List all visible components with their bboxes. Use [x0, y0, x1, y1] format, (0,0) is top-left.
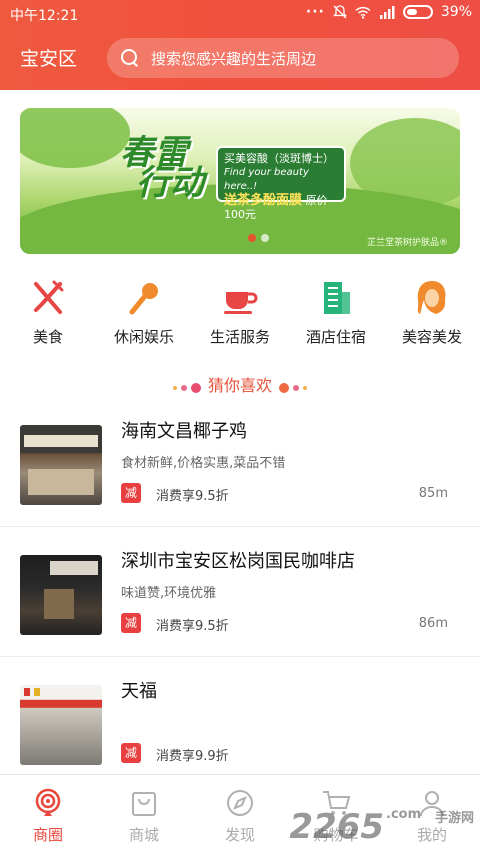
banner-dot-active[interactable]: [248, 234, 256, 242]
category-food[interactable]: 美食: [0, 278, 96, 348]
store-thumbnail: [20, 425, 102, 505]
category-entertainment[interactable]: 休闲娱乐: [96, 278, 192, 348]
watermark-suffix: .com: [386, 807, 422, 822]
category-grid: 美食 休闲娱乐 生活服务 酒店住宿 美容美发: [0, 278, 480, 348]
hair-salon-icon: [417, 281, 446, 314]
list-item[interactable]: 海南文昌椰子鸡 食材新鲜,价格实惠,菜品不错 减 消费享9.5折 85m: [0, 397, 480, 527]
search-icon: [121, 49, 139, 67]
watermark-sub: 手游网: [434, 811, 474, 826]
city-selector[interactable]: 宝安区: [20, 44, 77, 71]
compass-icon: [227, 790, 253, 816]
category-life-services[interactable]: 生活服务: [192, 278, 288, 348]
coffee-cup-icon: [224, 292, 258, 314]
microphone-icon: [129, 283, 158, 315]
store-name: 深圳市宝安区松岗国民咖啡店: [121, 551, 355, 572]
banner-dot[interactable]: [261, 234, 269, 242]
search-placeholder: 搜索您感兴趣的生活周边: [151, 49, 317, 68]
banner-pagination[interactable]: [248, 234, 269, 242]
battery-icon: [402, 5, 433, 19]
category-label: 美食: [32, 328, 63, 346]
store-distance: 86m: [418, 616, 448, 631]
more-dots-icon: ···: [305, 4, 325, 20]
list-item[interactable]: 深圳市宝安区松岗国民咖啡店 味道赞,环境优雅 减 消费享9.5折 86m: [0, 527, 480, 657]
store-description: 味道赞,环境优雅: [121, 586, 217, 601]
banner-panel-line1: 买美容酸（淡斑博士）: [224, 152, 334, 165]
fork-knife-icon: [34, 280, 64, 314]
store-offer: 消费享9.5折: [156, 619, 229, 634]
nav-label: 商圈: [32, 826, 63, 844]
store-name: 海南文昌椰子鸡: [121, 421, 247, 442]
decoration-dots-right: [277, 377, 309, 396]
banner-panel-gift: 送茶多酚面膜: [224, 193, 303, 208]
status-bar: 中午12:21 ··· 39%: [0, 0, 480, 26]
banner-title: 春雷 行动: [120, 136, 204, 203]
category-label: 生活服务: [209, 328, 270, 346]
nav-tab-business-district[interactable]: 商圈: [0, 775, 96, 853]
wifi-icon: [355, 6, 371, 19]
banner-credit: 芷兰堂茶树护肤品®: [366, 238, 448, 248]
discount-badge: 减: [121, 743, 141, 763]
banner-panel-english: Find your beauty here..!: [224, 167, 309, 192]
store-thumbnail: [20, 555, 102, 635]
hotel-building-icon: [324, 282, 350, 314]
search-input[interactable]: 搜索您感兴趣的生活周边: [107, 38, 459, 78]
mute-bell-icon: [332, 5, 347, 19]
section-title-text: 猜你喜欢: [207, 376, 272, 395]
decoration-dots-left: [171, 377, 203, 396]
nav-label: 商城: [128, 826, 159, 844]
store-thumbnail: [20, 685, 102, 765]
watermark: 2265 .com 手游网: [289, 807, 474, 847]
shopping-bag-icon: [132, 792, 156, 816]
promo-banner[interactable]: 春雷 行动 买美容酸（淡斑博士） Find your beauty here..…: [20, 108, 460, 254]
store-name: 天福: [121, 681, 157, 702]
category-label: 美容美发: [401, 328, 462, 346]
recommend-section-title: 猜你喜欢: [0, 372, 480, 396]
store-distance: 85m: [418, 486, 448, 501]
banner-offer-panel: 买美容酸（淡斑博士） Find your beauty here..! 送茶多酚…: [216, 146, 346, 221]
store-description: 食材新鲜,价格实惠,菜品不错: [121, 456, 286, 471]
category-label: 休闲娱乐: [113, 328, 174, 346]
category-beauty[interactable]: 美容美发: [384, 278, 480, 348]
store-offer: 消费享9.5折: [156, 489, 229, 504]
app-header: 中午12:21 ··· 39% 宝安区 搜索您感兴趣的生活周边: [0, 0, 480, 90]
status-time: 中午12:21: [10, 8, 79, 24]
banner-tree-decoration: [20, 108, 130, 168]
banner-title-line2: 行动: [136, 163, 204, 203]
discount-badge: 减: [121, 613, 141, 633]
category-hotel[interactable]: 酒店住宿: [288, 278, 384, 348]
category-label: 酒店住宿: [305, 328, 366, 346]
store-offer: 消费享9.9折: [156, 749, 229, 764]
signal-icon: [379, 5, 395, 19]
watermark-number: 2265: [289, 807, 385, 847]
battery-percent: 39%: [440, 4, 472, 20]
nav-tab-discover[interactable]: 发现: [192, 775, 288, 853]
nav-tab-mall[interactable]: 商城: [96, 775, 192, 853]
status-icons: ··· 39%: [306, 4, 472, 20]
discount-badge: 减: [121, 483, 141, 503]
list-item[interactable]: 天福 减 消费享9.9折: [0, 657, 480, 787]
location-signal-icon: [35, 788, 61, 816]
nav-label: 发现: [224, 826, 255, 844]
